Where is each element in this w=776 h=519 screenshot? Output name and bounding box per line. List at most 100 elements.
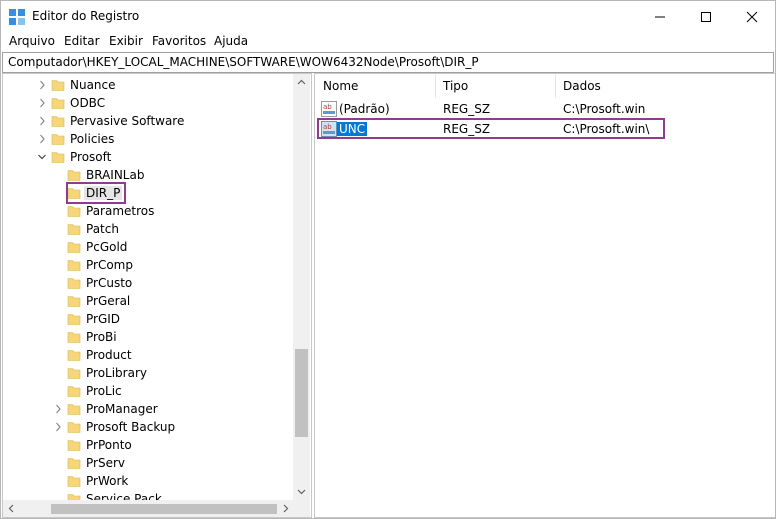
tree-node-prgeral[interactable]: PrGeral [3, 292, 293, 310]
tree-node-label: Policies [70, 132, 115, 146]
tree-node-label: BRAINLab [86, 168, 145, 182]
chevron-right-icon[interactable] [37, 115, 47, 127]
chevron-right-icon[interactable] [37, 79, 47, 91]
values-list-pane[interactable]: Nome Tipo Dados ab (Padrão) REG_SZ C:\Pr… [314, 73, 775, 518]
folder-icon [67, 332, 81, 343]
tree-node-brainlab[interactable]: BRAINLab [3, 166, 293, 184]
tree-node-odbc[interactable]: ODBC [3, 94, 293, 112]
column-separator[interactable] [555, 74, 556, 98]
tree-horizontal-scrollbar[interactable] [3, 500, 293, 517]
value-row-padrao[interactable]: ab (Padrão) REG_SZ C:\Prosoft.win [315, 99, 773, 119]
title-bar[interactable]: Editor do Registro [1, 1, 775, 33]
folder-icon [67, 368, 81, 379]
tree-node-label: Patch [86, 222, 119, 236]
menu-exibir[interactable]: Exibir [109, 34, 143, 48]
tree-node-pervasive-software[interactable]: Pervasive Software [3, 112, 293, 130]
tree-node-prolic[interactable]: ProLic [3, 382, 293, 400]
tree-node-nuance[interactable]: Nuance [3, 76, 293, 94]
folder-icon [67, 350, 81, 361]
chevron-right-icon[interactable] [53, 421, 63, 433]
tree-node-label: ProManager [86, 402, 158, 416]
tree-node-prgid[interactable]: PrGID [3, 310, 293, 328]
tree-node-promanager[interactable]: ProManager [3, 400, 293, 418]
tree-node-label: ProLic [86, 384, 122, 398]
column-separator[interactable] [435, 74, 436, 98]
string-value-icon: ab [321, 101, 337, 117]
folder-icon [67, 314, 81, 325]
maximize-button[interactable] [683, 1, 729, 33]
address-bar[interactable]: Computador\HKEY_LOCAL_MACHINE\SOFTWARE\W… [2, 52, 774, 73]
folder-icon [67, 404, 81, 415]
tree-node-prwork[interactable]: PrWork [3, 472, 293, 490]
tree-node-label: ODBC [70, 96, 106, 110]
tree-node-prcomp[interactable]: PrComp [3, 256, 293, 274]
tree-vertical-scroll-thumb[interactable] [295, 349, 308, 437]
tree-node-label: Pervasive Software [70, 114, 185, 128]
chevron-down-icon[interactable] [37, 151, 47, 163]
chevron-right-icon[interactable] [37, 97, 47, 109]
menu-favoritos[interactable]: Favoritos [152, 34, 206, 48]
tree-node-label: PrCusto [86, 276, 133, 290]
scroll-right-arrow-icon[interactable] [281, 504, 290, 513]
address-path: Computador\HKEY_LOCAL_MACHINE\SOFTWARE\W… [8, 55, 479, 69]
folder-icon [51, 152, 65, 163]
minimize-button[interactable] [637, 1, 683, 33]
close-icon [746, 11, 758, 23]
tree-node-prserv[interactable]: PrServ [3, 454, 293, 472]
column-header-tipo[interactable]: Tipo [443, 74, 468, 98]
tree-node-patch[interactable]: Patch [3, 220, 293, 238]
folder-icon [67, 278, 81, 289]
chevron-right-icon[interactable] [53, 403, 63, 415]
tree-node-parametros[interactable]: Parametros [3, 202, 293, 220]
folder-icon [67, 440, 81, 451]
tree-node-dir-p[interactable]: DIR_P [3, 182, 293, 204]
scrollbar-corner [293, 500, 310, 517]
tree-node-prolibrary[interactable]: ProLibrary [3, 364, 293, 382]
folder-icon [67, 296, 81, 307]
tree-node-policies[interactable]: Policies [3, 130, 293, 148]
registry-app-icon [9, 9, 25, 25]
tree-node-label: PrGID [86, 312, 121, 326]
tree-node-label: PrGeral [86, 294, 131, 308]
registry-editor-window: Editor do Registro Arquivo Editar Exibir… [0, 0, 776, 519]
column-header-dados[interactable]: Dados [563, 74, 601, 98]
tree-node-probi[interactable]: ProBi [3, 328, 293, 346]
folder-icon [67, 242, 81, 253]
folder-icon [67, 224, 81, 235]
folder-icon [67, 386, 81, 397]
menu-editar[interactable]: Editar [64, 34, 100, 48]
tree-node-label: PcGold [86, 240, 128, 254]
tree-node-prosoft-backup[interactable]: Prosoft Backup [3, 418, 293, 436]
tree-horizontal-scroll-thumb[interactable] [51, 504, 277, 514]
column-header-nome[interactable]: Nome [323, 74, 358, 98]
tree-node-label: Parametros [86, 204, 155, 218]
tree-vertical-scrollbar[interactable] [293, 74, 310, 500]
svg-text:ab: ab [323, 103, 332, 111]
tree-node-label: ProBi [86, 330, 117, 344]
scroll-left-arrow-icon[interactable] [7, 504, 16, 513]
chevron-right-icon[interactable] [37, 133, 47, 145]
registry-tree-pane[interactable]: Nuance ODBC Pervasive Software Policies Pros… [2, 73, 312, 518]
window-title: Editor do Registro [32, 9, 140, 23]
folder-icon [67, 476, 81, 487]
close-button[interactable] [729, 1, 775, 33]
menu-arquivo[interactable]: Arquivo [9, 34, 55, 48]
tree-node-prcusto[interactable]: PrCusto [3, 274, 293, 292]
tree-node-product[interactable]: Product [3, 346, 293, 364]
annotation-highlight-unc-row [317, 118, 665, 139]
scroll-down-arrow-icon[interactable] [297, 487, 306, 496]
folder-icon [67, 458, 81, 469]
folder-icon [67, 422, 81, 433]
folder-icon [51, 98, 65, 109]
scroll-up-arrow-icon[interactable] [297, 78, 306, 87]
tree-node-label: Prosoft Backup [86, 420, 176, 434]
tree-node-label: PrPonto [86, 438, 132, 452]
tree-node-label: PrServ [86, 456, 125, 470]
folder-icon [51, 116, 65, 127]
tree-node-prponto[interactable]: PrPonto [3, 436, 293, 454]
menu-ajuda[interactable]: Ajuda [214, 34, 248, 48]
tree-node-prosoft[interactable]: Prosoft [3, 148, 293, 166]
tree-node-label: Nuance [70, 78, 116, 92]
tree-node-label: Product [86, 348, 132, 362]
tree-node-pcgold[interactable]: PcGold [3, 238, 293, 256]
